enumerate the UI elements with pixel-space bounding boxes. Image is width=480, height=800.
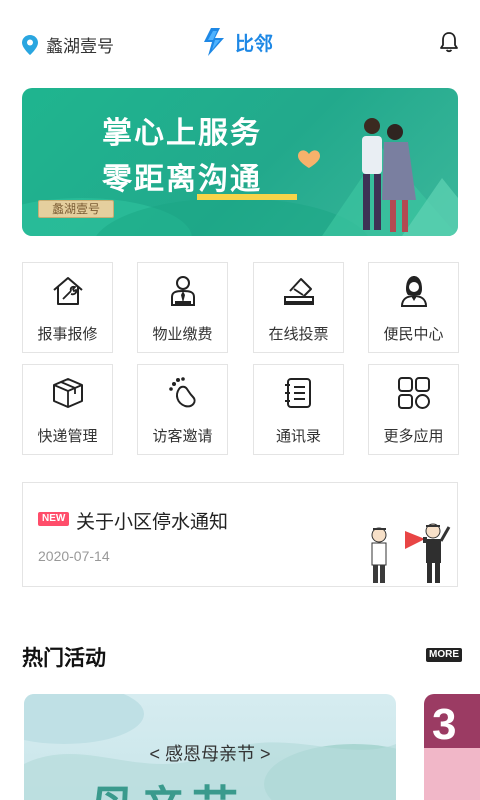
apps-grid-icon — [398, 377, 430, 409]
promo-banner[interactable]: 掌心上服务 零距离沟通 蠡湖壹号 — [22, 88, 458, 236]
ballot-box-icon — [284, 278, 314, 305]
banner-signpost: 蠡湖壹号 — [38, 200, 114, 218]
section-title-hot-activities: 热门活动 — [22, 647, 106, 670]
location-selector[interactable]: 蠡湖壹号 — [22, 32, 114, 57]
service-tile-property-fee[interactable]: 物业缴费 — [137, 262, 228, 353]
staff-person-icon — [171, 276, 195, 306]
service-tile-repair[interactable]: 报事报修 — [22, 262, 113, 353]
service-agent-icon — [400, 276, 428, 307]
activity-card[interactable]: 3 — [424, 694, 480, 800]
brand-name: 比邻 — [235, 33, 274, 55]
address-book-icon — [285, 378, 311, 408]
service-label: 在线投票 — [268, 326, 329, 343]
service-tile-express[interactable]: 快递管理 — [22, 364, 113, 455]
activity-card-headline: 母亲节 — [88, 772, 244, 800]
service-label: 报事报修 — [37, 326, 98, 343]
service-tile-convenience[interactable]: 便民中心 — [368, 262, 459, 353]
notice-card[interactable]: NEW 关于小区停水通知 2020-07-14 — [22, 482, 458, 587]
service-tile-more-apps[interactable]: 更多应用 — [368, 364, 459, 455]
activity-card-headline: 3 — [432, 700, 457, 749]
top-bar: 蠡湖壹号 比邻 — [0, 0, 480, 84]
service-label: 访客邀请 — [152, 428, 213, 445]
activity-card[interactable]: < 感恩母亲节 > 母亲节 — [24, 694, 396, 800]
notice-date: 2020-07-14 — [38, 548, 110, 564]
visitor-footprint-icon — [169, 377, 196, 408]
service-tile-vote[interactable]: 在线投票 — [253, 262, 344, 353]
service-tile-contacts[interactable]: 通讯录 — [253, 364, 344, 455]
lightning-logo-icon — [204, 28, 224, 56]
banner-headline-2: 零距离沟通 — [102, 163, 262, 196]
megaphone-illustration — [371, 523, 451, 583]
service-label: 通讯录 — [275, 428, 321, 445]
location-label: 蠡湖壹号 — [46, 37, 114, 56]
new-badge: NEW — [38, 512, 70, 526]
bell-icon[interactable] — [438, 31, 460, 53]
banner-headline-1: 掌心上服务 — [102, 117, 262, 150]
service-tile-visitor[interactable]: 访客邀请 — [137, 364, 228, 455]
service-label: 便民中心 — [383, 326, 444, 343]
package-box-icon — [53, 378, 83, 408]
activity-card-strip — [424, 748, 480, 800]
notice-title: 关于小区停水通知 — [76, 512, 229, 533]
house-wrench-icon — [53, 277, 83, 305]
service-label: 更多应用 — [383, 428, 444, 445]
service-label: 物业缴费 — [152, 326, 213, 343]
service-label: 快递管理 — [37, 428, 98, 445]
more-link[interactable]: MORE — [426, 648, 462, 662]
location-pin-icon — [22, 34, 38, 55]
activity-card-title: < 感恩母亲节 > — [149, 744, 271, 764]
app-brand: 比邻 — [203, 28, 273, 56]
